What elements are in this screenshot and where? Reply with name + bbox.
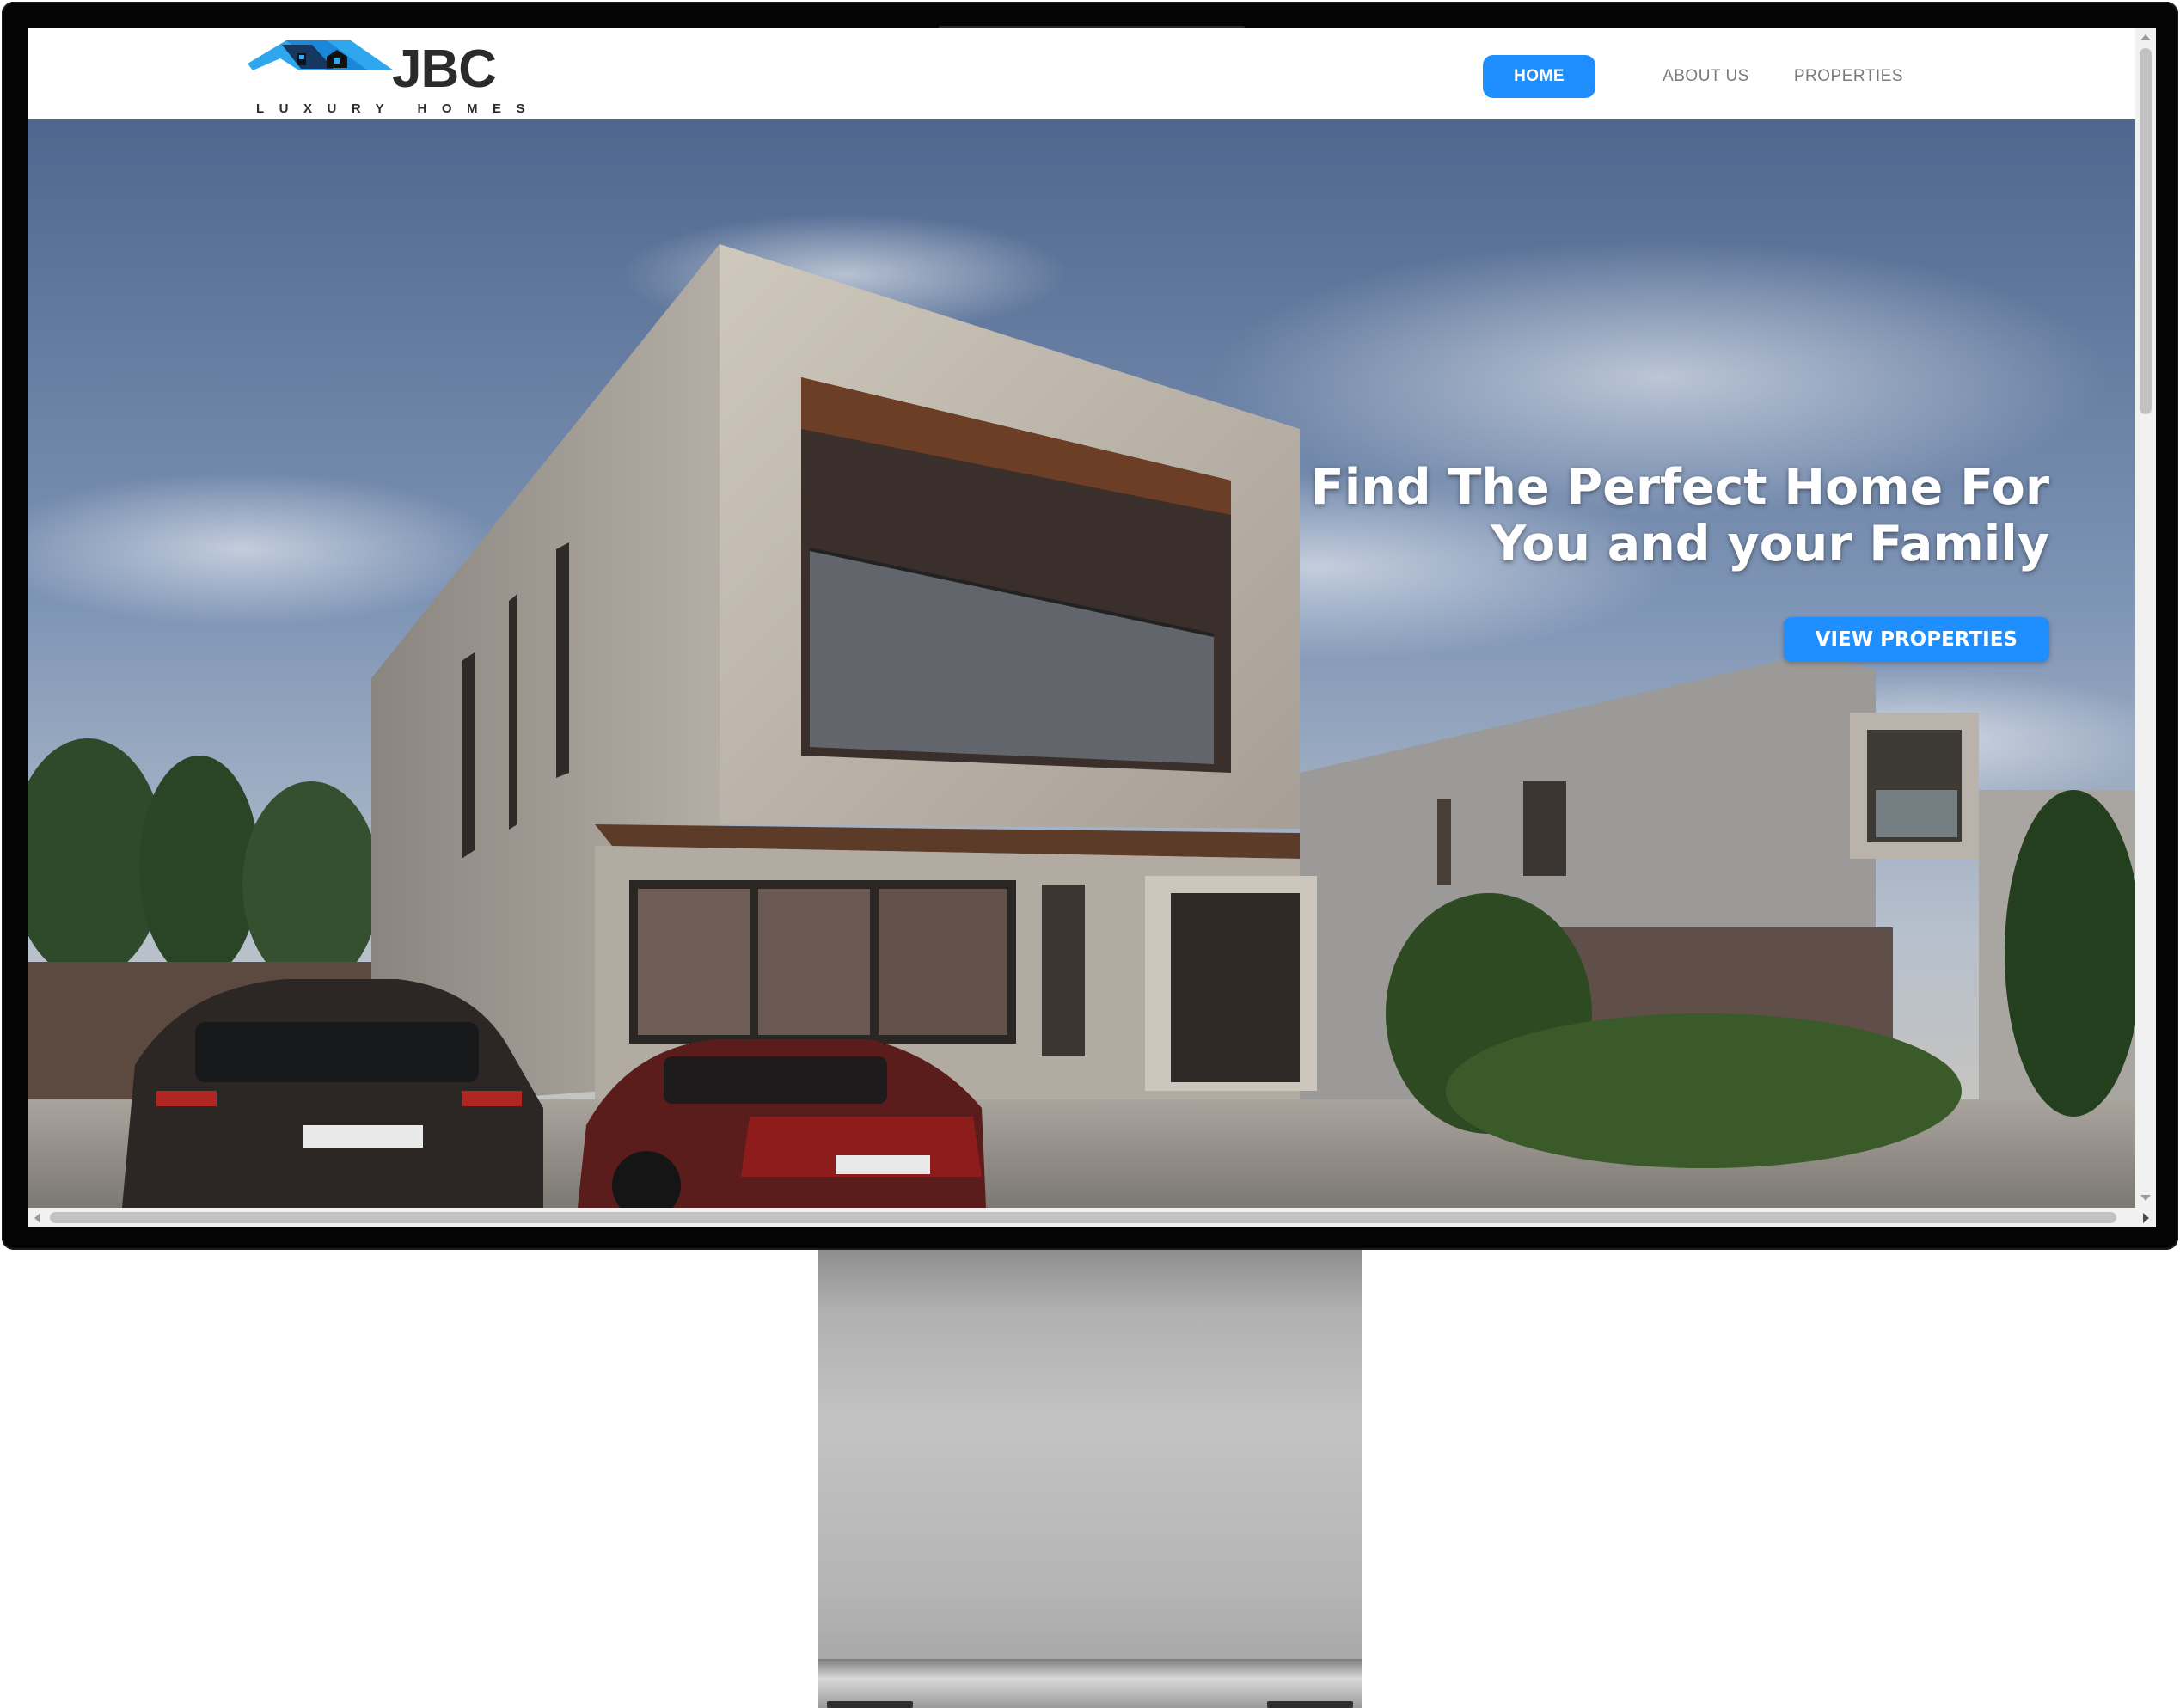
vertical-scrollbar[interactable] [2135,28,2156,1208]
horizontal-scrollbar[interactable] [28,1208,2156,1227]
horizontal-scroll-thumb[interactable] [50,1212,2116,1223]
site-navbar: JBC LUXURY HOMES HOME ABOUT US PROPERTIE… [28,28,2135,119]
nav-item-home[interactable]: HOME [1483,55,1596,98]
browser-viewport: JBC LUXURY HOMES HOME ABOUT US PROPERTIE… [28,28,2156,1227]
hero-title: Find The Perfect Home For You and your F… [1310,459,2049,572]
hero-background-image [28,119,2135,1208]
vertical-scroll-thumb[interactable] [2140,48,2152,414]
monitor-stand-foot [818,1659,1362,1708]
hero-copy: Find The Perfect Home For You and your F… [1276,459,2049,662]
site-logo[interactable]: JBC LUXURY HOMES [248,38,525,119]
primary-nav: HOME ABOUT US PROPERTIES [1483,55,1903,98]
logo-wordmark: JBC [392,40,497,99]
house-roof-icon [248,40,394,70]
chevron-down-icon[interactable] [2140,1195,2151,1201]
monitor-bezel: JBC LUXURY HOMES HOME ABOUT US PROPERTIE… [2,2,2178,1250]
nav-item-properties[interactable]: PROPERTIES [1794,67,1903,86]
chevron-up-icon[interactable] [2140,34,2151,40]
chevron-right-icon[interactable] [2143,1213,2149,1223]
monitor-stand [818,1250,1362,1680]
chevron-left-icon[interactable] [34,1213,40,1223]
view-properties-button[interactable]: VIEW PROPERTIES [1783,617,2049,662]
monitor-mockup: JBC LUXURY HOMES HOME ABOUT US PROPERTIE… [0,0,2180,1708]
logo-tagline: LUXURY HOMES [256,101,541,116]
nav-item-about-us[interactable]: ABOUT US [1663,67,1749,86]
hero-section: Find The Perfect Home For You and your F… [28,119,2135,1208]
